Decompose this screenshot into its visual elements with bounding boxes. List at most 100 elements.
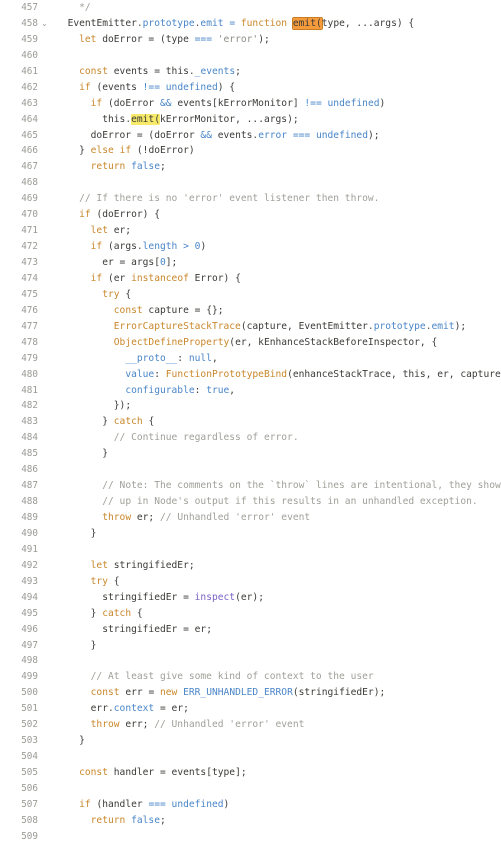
code-line[interactable]: 474 if (er instanceof Error) { <box>0 271 501 287</box>
code-line[interactable]: 505 const handler = events[type]; <box>0 765 501 781</box>
code-text[interactable]: // up in Node's output if this results i… <box>51 494 477 510</box>
code-line[interactable]: 496 stringifiedEr = er; <box>0 622 501 638</box>
code-text[interactable]: const events = this._events; <box>51 64 241 80</box>
code-text[interactable]: if (doError) { <box>51 207 160 223</box>
code-text[interactable]: } catch { <box>51 414 154 430</box>
code-line[interactable]: 492 let stringifiedEr; <box>0 558 501 574</box>
code-line[interactable]: 491 <box>0 542 501 558</box>
code-line[interactable]: 494 stringifiedEr = inspect(er); <box>0 590 501 606</box>
code-line[interactable]: 485 } <box>0 446 501 462</box>
code-line[interactable]: 470 if (doError) { <box>0 207 501 223</box>
code-text[interactable]: EventEmitter.prototype.emit = function e… <box>51 16 414 32</box>
search-match-current[interactable]: emit( <box>292 17 322 29</box>
code-text[interactable]: // At least give some kind of context to… <box>51 669 374 685</box>
code-line[interactable]: 503 } <box>0 733 501 749</box>
code-text[interactable]: err.context = er; <box>51 701 189 717</box>
code-text[interactable]: stringifiedEr = inspect(er); <box>51 590 264 606</box>
code-line[interactable]: 467 return false; <box>0 159 501 175</box>
code-line[interactable]: 489 throw er; // Unhandled 'error' event <box>0 510 501 526</box>
code-text[interactable]: // Note: The comments on the `throw` lin… <box>51 478 501 494</box>
code-text[interactable]: throw err; // Unhandled 'error' event <box>51 717 305 733</box>
code-line[interactable]: 461 const events = this._events; <box>0 64 501 80</box>
code-line[interactable]: 477 ErrorCaptureStackTrace(capture, Even… <box>0 319 501 335</box>
code-line[interactable]: 464 this.emit(kErrorMonitor, ...args); <box>0 112 501 128</box>
code-line[interactable]: 460 <box>0 48 501 64</box>
code-text[interactable]: let stringifiedEr; <box>51 558 195 574</box>
code-text[interactable]: // If there is no 'error' event listener… <box>51 191 379 207</box>
code-text[interactable]: let doError = (type === 'error'); <box>51 32 270 48</box>
code-line[interactable]: 507 if (handler === undefined) <box>0 797 501 813</box>
code-line[interactable]: 478 ObjectDefineProperty(er, kEnhanceSta… <box>0 335 501 351</box>
code-text[interactable]: ObjectDefineProperty(er, kEnhanceStackBe… <box>51 335 437 351</box>
code-line[interactable]: 471 let er; <box>0 223 501 239</box>
code-text[interactable]: if (events !== undefined) { <box>51 80 235 96</box>
code-text[interactable]: stringifiedEr = er; <box>51 622 212 638</box>
code-text[interactable]: } else if (!doError) <box>51 143 195 159</box>
code-line[interactable]: 473 er = args[0]; <box>0 255 501 271</box>
code-line[interactable]: 498 <box>0 653 501 669</box>
code-text[interactable]: if (handler === undefined) <box>51 797 229 813</box>
code-text[interactable]: if (doError && events[kErrorMonitor] !==… <box>51 96 386 112</box>
code-text[interactable]: value: FunctionPrototypeBind(enhanceStac… <box>51 367 501 383</box>
code-line[interactable]: 475 try { <box>0 287 501 303</box>
code-line[interactable]: 500 const err = new ERR_UNHANDLED_ERROR(… <box>0 685 501 701</box>
code-text[interactable]: } <box>51 733 85 749</box>
code-line[interactable]: 465 doError = (doError && events.error =… <box>0 128 501 144</box>
code-text[interactable]: doError = (doError && events.error === u… <box>51 128 380 144</box>
code-line[interactable]: 487 // Note: The comments on the `throw`… <box>0 478 501 494</box>
code-text[interactable]: er = args[0]; <box>51 255 177 271</box>
code-line[interactable]: 490 } <box>0 526 501 542</box>
code-text[interactable]: if (args.length > 0) <box>51 239 207 255</box>
code-text[interactable]: // Continue regardless of error. <box>51 430 299 446</box>
code-line[interactable]: 469 // If there is no 'error' event list… <box>0 191 501 207</box>
code-text[interactable]: const capture = {}; <box>51 303 224 319</box>
code-line[interactable]: 481 configurable: true, <box>0 383 501 399</box>
code-line[interactable]: 463 if (doError && events[kErrorMonitor]… <box>0 96 501 112</box>
code-line[interactable]: 458 ⌄ EventEmitter.prototype.emit = funct… <box>0 16 501 32</box>
code-line[interactable]: 484 // Continue regardless of error. <box>0 430 501 446</box>
chevron-down-icon[interactable]: ⌄ <box>38 16 51 32</box>
search-match[interactable]: emit( <box>131 113 160 125</box>
code-line[interactable]: 476 const capture = {}; <box>0 303 501 319</box>
code-text[interactable]: } <box>51 638 97 654</box>
code-line[interactable]: 482 }); <box>0 398 501 414</box>
code-text[interactable]: if (er instanceof Error) { <box>51 271 241 287</box>
code-line[interactable]: 502 throw err; // Unhandled 'error' even… <box>0 717 501 733</box>
code-line[interactable]: 480 value: FunctionPrototypeBind(enhance… <box>0 367 501 383</box>
code-line[interactable]: 504 <box>0 749 501 765</box>
code-text[interactable]: this.emit(kErrorMonitor, ...args); <box>51 112 299 128</box>
code-line[interactable]: 493 try { <box>0 574 501 590</box>
code-text[interactable]: } <box>51 526 97 542</box>
code-line[interactable]: 497 } <box>0 638 501 654</box>
code-text[interactable]: const handler = events[type]; <box>51 765 247 781</box>
code-line[interactable]: 508 return false; <box>0 813 501 829</box>
code-text[interactable]: }); <box>51 398 131 414</box>
code-line[interactable]: 472 if (args.length > 0) <box>0 239 501 255</box>
code-text[interactable]: let er; <box>51 223 131 239</box>
code-text[interactable]: return false; <box>51 813 166 829</box>
code-text[interactable]: __proto__: null, <box>51 351 217 367</box>
code-text[interactable]: try { <box>51 574 120 590</box>
code-line[interactable]: 462 if (events !== undefined) { <box>0 80 501 96</box>
code-editor[interactable]: 457 */458 ⌄ EventEmitter.prototype.emit =… <box>0 0 501 850</box>
code-line[interactable]: 506 <box>0 781 501 797</box>
code-text[interactable]: try { <box>51 287 131 303</box>
code-text[interactable]: ErrorCaptureStackTrace(capture, EventEmi… <box>51 319 466 335</box>
code-line[interactable]: 457 */ <box>0 0 501 16</box>
code-line[interactable]: 468 <box>0 175 501 191</box>
code-text[interactable]: configurable: true, <box>51 383 235 399</box>
code-text[interactable]: throw er; // Unhandled 'error' event <box>51 510 310 526</box>
code-line[interactable]: 486 <box>0 462 501 478</box>
code-line[interactable]: 488 // up in Node's output if this resul… <box>0 494 501 510</box>
code-text[interactable]: } <box>51 446 108 462</box>
code-text[interactable]: */ <box>51 0 91 16</box>
code-text[interactable]: return false; <box>51 159 166 175</box>
code-line[interactable]: 501 err.context = er; <box>0 701 501 717</box>
code-line[interactable]: 499 // At least give some kind of contex… <box>0 669 501 685</box>
code-text[interactable]: const err = new ERR_UNHANDLED_ERROR(stri… <box>51 685 386 701</box>
code-line[interactable]: 495 } catch { <box>0 606 501 622</box>
code-line[interactable]: 509 <box>0 829 501 845</box>
code-line[interactable]: 459 let doError = (type === 'error'); <box>0 32 501 48</box>
code-lines-container[interactable]: 457 */458 ⌄ EventEmitter.prototype.emit =… <box>0 0 501 845</box>
code-line[interactable]: 466 } else if (!doError) <box>0 143 501 159</box>
